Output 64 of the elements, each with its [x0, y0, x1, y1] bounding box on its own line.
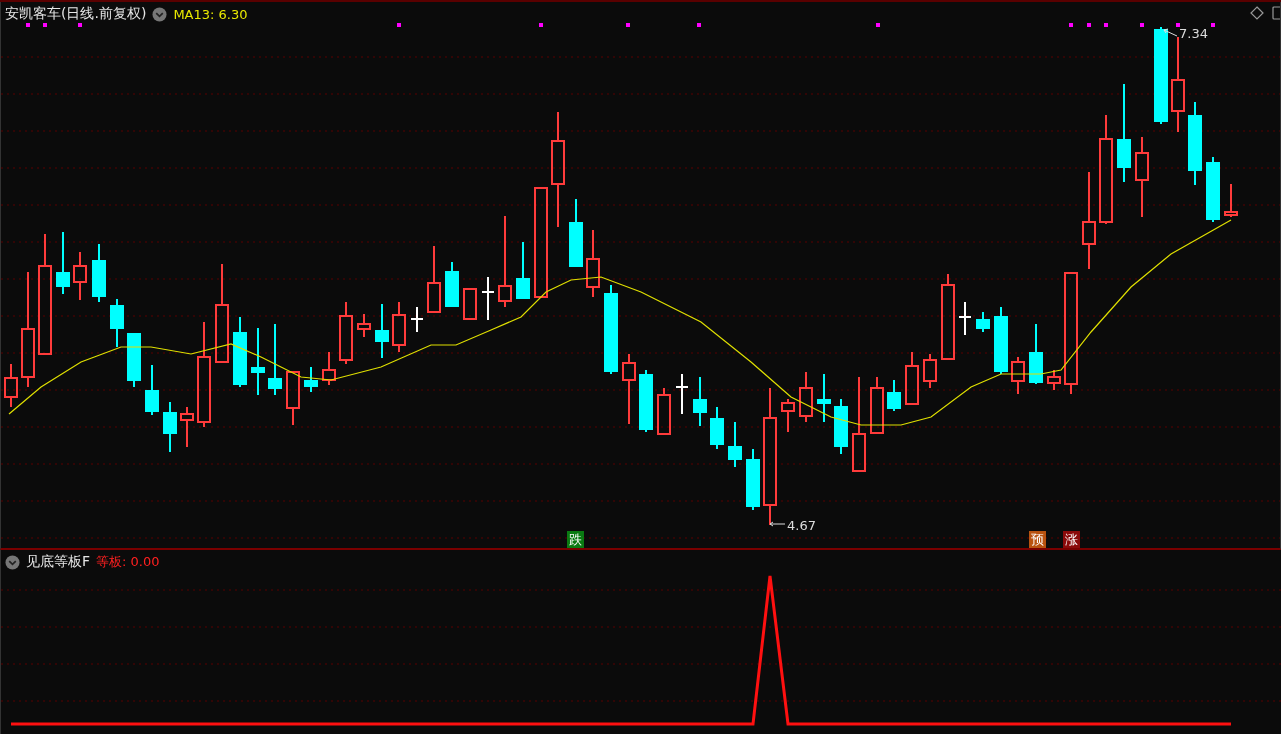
falling-candle: [569, 198, 583, 268]
chart-title: 安凯客车(日线.前复权): [5, 5, 147, 23]
indicator-title: 见底等板F: [26, 553, 91, 571]
rising-candle: [4, 363, 18, 408]
doji-candle: [481, 276, 495, 321]
indicator-value: MA13: 6.30: [173, 6, 248, 22]
falling-candle: [976, 311, 990, 333]
rising-candle: [781, 398, 795, 433]
falling-candle: [304, 366, 318, 393]
signal-badge: 跌: [567, 531, 584, 548]
falling-candle: [145, 364, 159, 416]
falling-candle: [834, 398, 848, 455]
leader-line: [769, 521, 786, 527]
falling-candle: [639, 369, 653, 433]
falling-candle: [693, 376, 707, 427]
falling-candle: [375, 303, 389, 359]
falling-candle: [445, 261, 459, 308]
signal-badge: 涨: [1063, 531, 1080, 548]
falling-candle: [233, 316, 247, 388]
rising-candle: [73, 251, 87, 301]
diamond-icon[interactable]: [1250, 6, 1264, 20]
dropdown-icon[interactable]: [152, 6, 168, 22]
rising-candle: [799, 371, 813, 423]
rising-candle: [657, 387, 671, 435]
rising-candle: [286, 371, 300, 426]
falling-candle: [1206, 156, 1220, 223]
rising-candle: [357, 313, 371, 338]
falling-candle: [110, 298, 124, 348]
price-label: 4.67: [787, 518, 816, 533]
doji-candle: [958, 301, 972, 336]
falling-candle: [887, 379, 901, 412]
indicator-value: 等板: 0.00: [96, 553, 160, 571]
rising-candle: [463, 288, 477, 321]
falling-candle: [817, 373, 831, 423]
dropdown-icon[interactable]: [5, 554, 20, 570]
falling-candle: [710, 406, 724, 450]
falling-candle: [994, 306, 1008, 375]
doji-candle: [410, 306, 424, 333]
rising-candle: [622, 353, 636, 425]
falling-candle: [163, 401, 177, 453]
rising-candle: [905, 351, 919, 405]
signal-badge: 预: [1029, 531, 1046, 548]
price-label: 7.34: [1179, 26, 1208, 41]
rising-candle: [427, 245, 441, 313]
rising-candle: [1224, 183, 1238, 218]
rising-candle: [392, 301, 406, 353]
falling-candle: [728, 421, 742, 468]
rising-candle: [870, 376, 884, 435]
leader-line: [1163, 28, 1178, 37]
rising-candle: [1047, 369, 1061, 391]
rising-candle: [586, 229, 600, 298]
rising-candle: [923, 353, 937, 389]
rising-candle: [1011, 356, 1025, 395]
falling-candle: [56, 231, 70, 295]
falling-candle: [516, 241, 530, 300]
falling-candle: [92, 243, 106, 303]
falling-candle: [1029, 323, 1043, 385]
falling-candle: [127, 332, 141, 388]
rising-candle: [180, 406, 194, 448]
falling-candle: [251, 327, 265, 396]
rising-candle: [322, 351, 336, 386]
falling-candle: [746, 448, 760, 511]
rising-candle: [339, 301, 353, 365]
doji-candle: [675, 373, 689, 415]
